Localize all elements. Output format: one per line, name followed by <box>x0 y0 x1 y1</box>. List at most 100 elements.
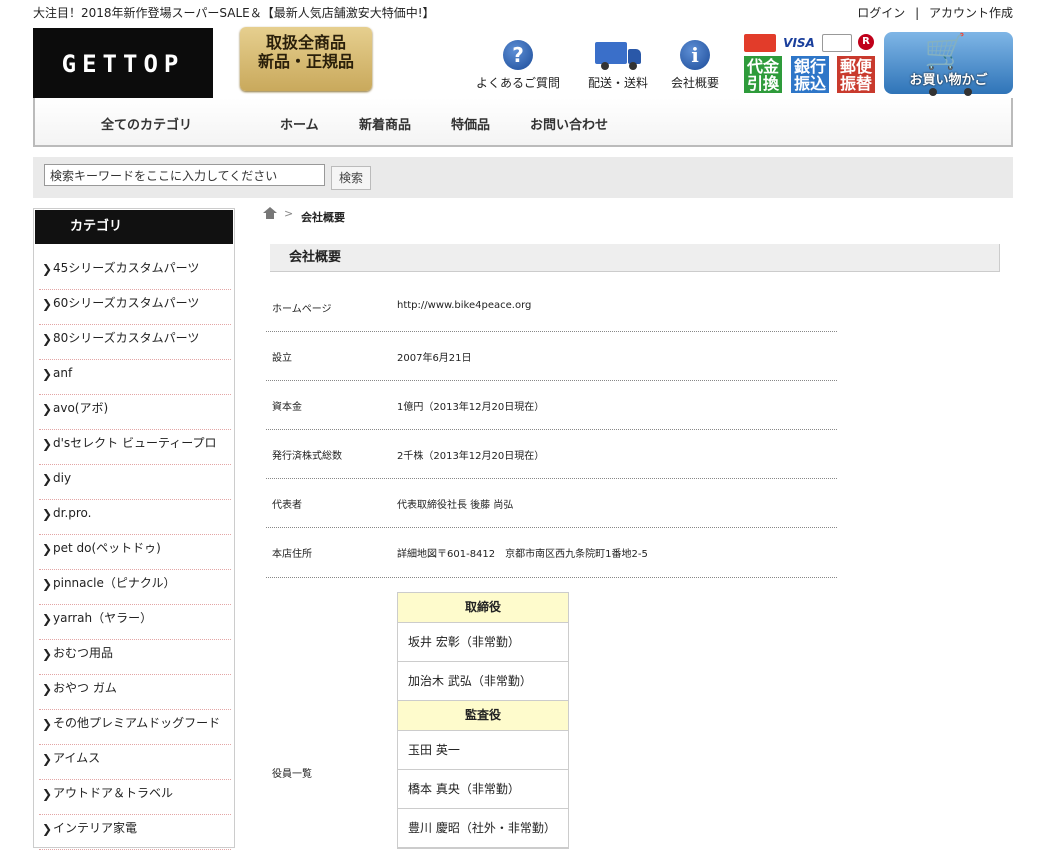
announcement-text: 大注目！2018年新作登場スーパーSALE＆【最新人気店舗激安大特価中!】 <box>33 6 435 20</box>
chevron-right-icon: ❯ <box>42 752 53 766</box>
category-item[interactable]: ❯ avo(アボ) <box>39 394 231 430</box>
officer-name: 玉田 英一 <box>398 731 568 770</box>
faq-label: よくあるご質問 <box>475 76 560 90</box>
chevron-right-icon: ❯ <box>42 682 53 696</box>
chevron-right-icon: ❯ <box>42 577 53 591</box>
shopping-cart-button[interactable]: 🛒 お買い物かご <box>884 32 1013 96</box>
category-item[interactable]: ❯ d'sセレクト ビューティープロ <box>39 429 231 465</box>
row-label: 代表者 <box>272 500 302 511</box>
cart-label: お買い物かご <box>909 73 988 88</box>
chevron-right-icon: ❯ <box>42 612 53 626</box>
row-value: 1億円（2013年12月20日現在） <box>397 402 545 413</box>
category-item[interactable]: ❯ diy <box>39 464 231 500</box>
info-row: ホームページ http://www.bike4peace.org <box>266 282 837 332</box>
top-announcement-bar: 大注目！2018年新作登場スーパーSALE＆【最新人気店舗激安大特価中!】 ログ… <box>33 4 1013 22</box>
category-label: pet do(ペットドゥ) <box>53 541 161 555</box>
category-item[interactable]: ❯ 80シリーズカスタムパーツ <box>39 324 231 360</box>
category-item[interactable]: ❯ インテリア家電 <box>39 814 231 850</box>
category-label: pinnacle（ピナクル） <box>53 576 176 590</box>
seal-line-2: 新品・正規品 <box>257 52 354 71</box>
category-item[interactable]: ❯ pinnacle（ピナクル） <box>39 569 231 605</box>
cash-on-delivery-badge: 代金 引換 <box>744 56 782 93</box>
category-item[interactable]: ❯ その他プレミアムドッグフード <box>39 709 231 745</box>
category-item[interactable]: ❯ 45シリーズカスタムパーツ <box>39 254 231 290</box>
search-button[interactable]: 検索 <box>331 166 371 190</box>
chevron-right-icon: ❯ <box>42 542 53 556</box>
auditors-header: 監査役 <box>398 701 568 731</box>
category-label: インテリア家電 <box>53 821 138 835</box>
create-account-link[interactable]: アカウント作成 <box>929 6 1013 20</box>
nav-contact[interactable]: お問い合わせ <box>530 114 608 133</box>
category-label: anf <box>53 366 73 380</box>
main-navigation: 全てのカテゴリ ホーム 新着商品 特価品 お問い合わせ <box>33 98 1013 147</box>
truck-icon <box>595 40 641 70</box>
account-links: ログイン | アカウント作成 <box>851 4 1013 21</box>
category-item[interactable]: ❯ pet do(ペットドゥ) <box>39 534 231 570</box>
info-row: 本店住所 詳細地図〒601-8412 京都市南区西九条院町1番地2-5 <box>266 527 837 578</box>
homepage-link[interactable]: http://www.bike4peace.org <box>397 300 531 311</box>
chevron-right-icon: ❯ <box>42 262 53 276</box>
category-item[interactable]: ❯ おむつ用品 <box>39 639 231 675</box>
nav-sale-items[interactable]: 特価品 <box>451 114 490 133</box>
category-item[interactable]: ❯ アイムス <box>39 744 231 780</box>
sidebar-title: カテゴリ <box>35 210 233 244</box>
nav-home[interactable]: ホーム <box>280 114 319 133</box>
chevron-right-icon: ❯ <box>42 822 53 836</box>
officer-name: 豊川 慶昭（社外・非常勤） <box>398 809 568 848</box>
nav-new-items[interactable]: 新着商品 <box>359 114 411 133</box>
separator: | <box>915 6 920 20</box>
logo-text: GETTOP <box>61 50 185 78</box>
cart-icon: 🛒 <box>924 32 967 72</box>
faq-link[interactable]: ? よくあるご質問 <box>470 40 566 91</box>
category-item[interactable]: ❯ おやつ ガム <box>39 674 231 710</box>
row-label: ホームページ <box>272 304 332 315</box>
mastercard-icon <box>744 34 776 52</box>
category-item[interactable]: ❯ 60シリーズカスタムパーツ <box>39 289 231 325</box>
chevron-right-icon: ❯ <box>42 332 53 346</box>
row-label: 発行済株式総数 <box>272 451 342 462</box>
section-title: 会社概要 <box>270 244 1000 272</box>
category-label: avo(アボ) <box>53 401 109 415</box>
bank-transfer-badge: 銀行 振込 <box>791 56 829 93</box>
officers-table: 取締役 坂井 宏彰（非常勤） 加治木 武弘（非常勤） 監査役 玉田 英一 橋本 … <box>397 592 569 849</box>
category-item[interactable]: ❯ anf <box>39 359 231 395</box>
category-label: 80シリーズカスタムパーツ <box>53 331 200 345</box>
rakuten-icon: R <box>858 34 874 50</box>
category-label: 45シリーズカスタムパーツ <box>53 261 200 275</box>
breadcrumb-current: 会社概要 <box>301 211 345 224</box>
site-logo[interactable]: GETTOP <box>33 28 213 98</box>
chevron-right-icon: ❯ <box>42 297 53 311</box>
row-value: 2007年6月21日 <box>397 353 472 364</box>
category-label: 60シリーズカスタムパーツ <box>53 296 200 310</box>
chevron-right-icon: ❯ <box>42 717 53 731</box>
info-row: 設立 2007年6月21日 <box>266 331 837 381</box>
category-label: yarrah（ヤラー） <box>53 611 153 625</box>
category-label: おやつ ガム <box>53 681 117 695</box>
category-label: アウトドア＆トラベル <box>53 786 174 800</box>
genuine-products-seal: 取扱全商品 新品・正規品 <box>240 27 372 91</box>
cart-wheel <box>929 88 937 96</box>
company-link[interactable]: i 会社概要 <box>666 40 724 91</box>
login-link[interactable]: ログイン <box>857 6 905 20</box>
cart-wheel <box>964 88 972 96</box>
category-item[interactable]: ❯ アウトドア＆トラベル <box>39 779 231 815</box>
officer-name: 坂井 宏彰（非常勤） <box>398 623 568 662</box>
info-row: 資本金 1億円（2013年12月20日現在） <box>266 380 837 430</box>
chevron-right-icon: ❯ <box>42 367 53 381</box>
chevron-right-icon: ❯ <box>42 647 53 661</box>
search-input[interactable]: 検索キーワードをここに入力してください <box>44 164 325 186</box>
category-label: おむつ用品 <box>53 646 114 660</box>
officers-label: 役員一覧 <box>272 769 312 780</box>
chevron-right-icon: ❯ <box>42 787 53 801</box>
shipping-link[interactable]: 配送・送料 <box>582 40 654 91</box>
category-item[interactable]: ❯ yarrah（ヤラー） <box>39 604 231 640</box>
nav-all-categories[interactable]: 全てのカテゴリ <box>101 114 192 133</box>
chevron-right-icon: ❯ <box>42 437 53 451</box>
shipping-label: 配送・送料 <box>587 76 648 90</box>
directors-header: 取締役 <box>398 593 568 623</box>
row-label: 設立 <box>272 353 292 364</box>
row-label: 本店住所 <box>272 549 312 560</box>
category-label: diy <box>53 471 72 485</box>
category-item[interactable]: ❯ dr.pro. <box>39 499 231 535</box>
home-icon[interactable] <box>263 207 277 219</box>
